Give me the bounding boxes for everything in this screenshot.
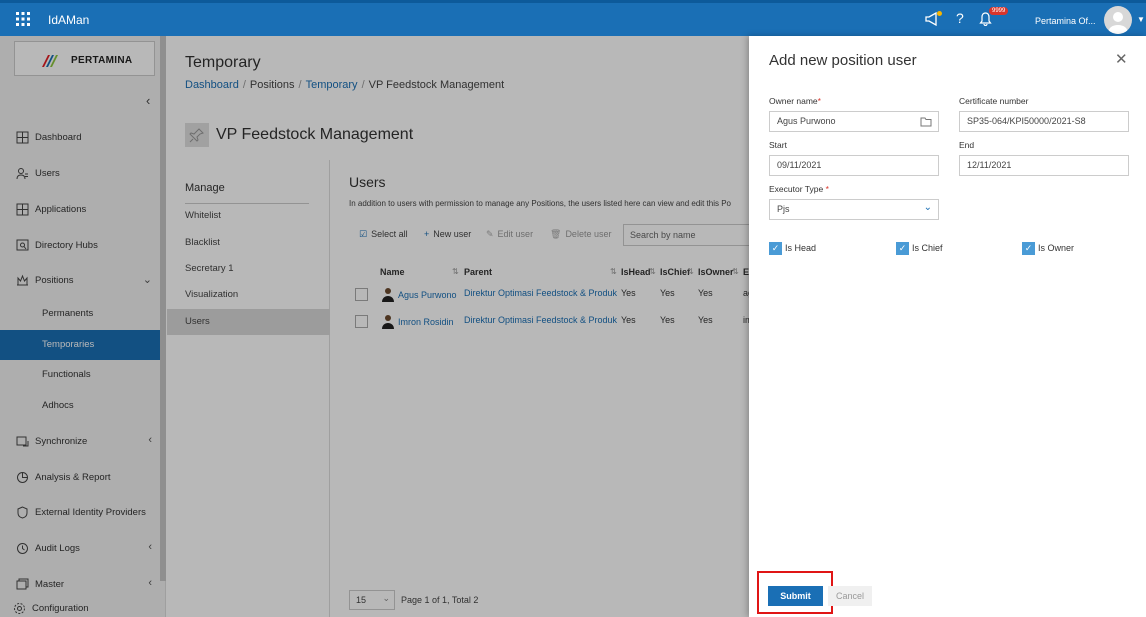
- close-icon[interactable]: ✕: [1115, 50, 1128, 68]
- user-name[interactable]: Pertamina Of...: [1035, 16, 1096, 26]
- top-bar: IdAMan ? 9999 Pertamina Of... ▼: [0, 0, 1146, 36]
- executor-type-label: Executor Type *: [769, 184, 829, 194]
- is-owner-checkbox[interactable]: ✓ Is Owner: [1022, 242, 1074, 255]
- is-chief-label: Is Chief: [912, 242, 943, 253]
- certificate-number-value: SP35-064/KPI50000/2021-S8: [967, 116, 1086, 126]
- is-head-checkbox[interactable]: ✓ Is Head: [769, 242, 816, 255]
- is-head-label: Is Head: [785, 242, 817, 253]
- start-date-value: 09/11/2021: [777, 160, 822, 170]
- folder-icon[interactable]: [920, 116, 932, 127]
- end-date-field[interactable]: 12/11/2021: [959, 155, 1129, 176]
- submit-button[interactable]: Submit: [768, 586, 823, 606]
- app-launcher-icon[interactable]: [15, 11, 31, 27]
- start-label: Start: [769, 140, 787, 150]
- executor-type-label-text: Executor Type: [769, 184, 824, 194]
- is-chief-checkbox[interactable]: ✓ Is Chief: [896, 242, 943, 255]
- end-label: End: [959, 140, 975, 150]
- start-date-field[interactable]: 09/11/2021: [769, 155, 939, 176]
- is-owner-label: Is Owner: [1038, 242, 1075, 253]
- user-avatar[interactable]: [1104, 6, 1132, 34]
- executor-type-value: Pjs: [777, 204, 790, 214]
- check-icon: ✓: [769, 242, 782, 255]
- check-icon: ✓: [1022, 242, 1035, 255]
- app-title[interactable]: IdAMan: [48, 13, 89, 27]
- certificate-number-field[interactable]: SP35-064/KPI50000/2021-S8: [959, 111, 1129, 132]
- cancel-button[interactable]: Cancel: [828, 586, 872, 606]
- help-icon[interactable]: ?: [956, 10, 964, 26]
- owner-name-field[interactable]: Agus Purwono: [769, 111, 939, 132]
- end-date-value: 12/11/2021: [967, 160, 1012, 170]
- owner-name-value: Agus Purwono: [777, 116, 836, 126]
- chevron-down-icon: ⌄: [923, 202, 932, 213]
- add-position-user-panel: Add new position user ✕ Owner name* Agus…: [749, 36, 1146, 617]
- panel-title: Add new position user: [769, 52, 917, 69]
- certificate-number-label: Certificate number: [959, 96, 1029, 106]
- executor-type-select[interactable]: Pjs ⌄: [769, 199, 939, 220]
- user-menu-caret-icon[interactable]: ▼: [1137, 15, 1145, 24]
- owner-name-label-text: Owner name: [769, 96, 818, 106]
- owner-name-label: Owner name*: [769, 96, 821, 106]
- modal-backdrop[interactable]: [0, 36, 749, 617]
- check-icon: ✓: [896, 242, 909, 255]
- announcement-dot: [937, 11, 942, 16]
- notification-badge: 9999: [989, 7, 1009, 15]
